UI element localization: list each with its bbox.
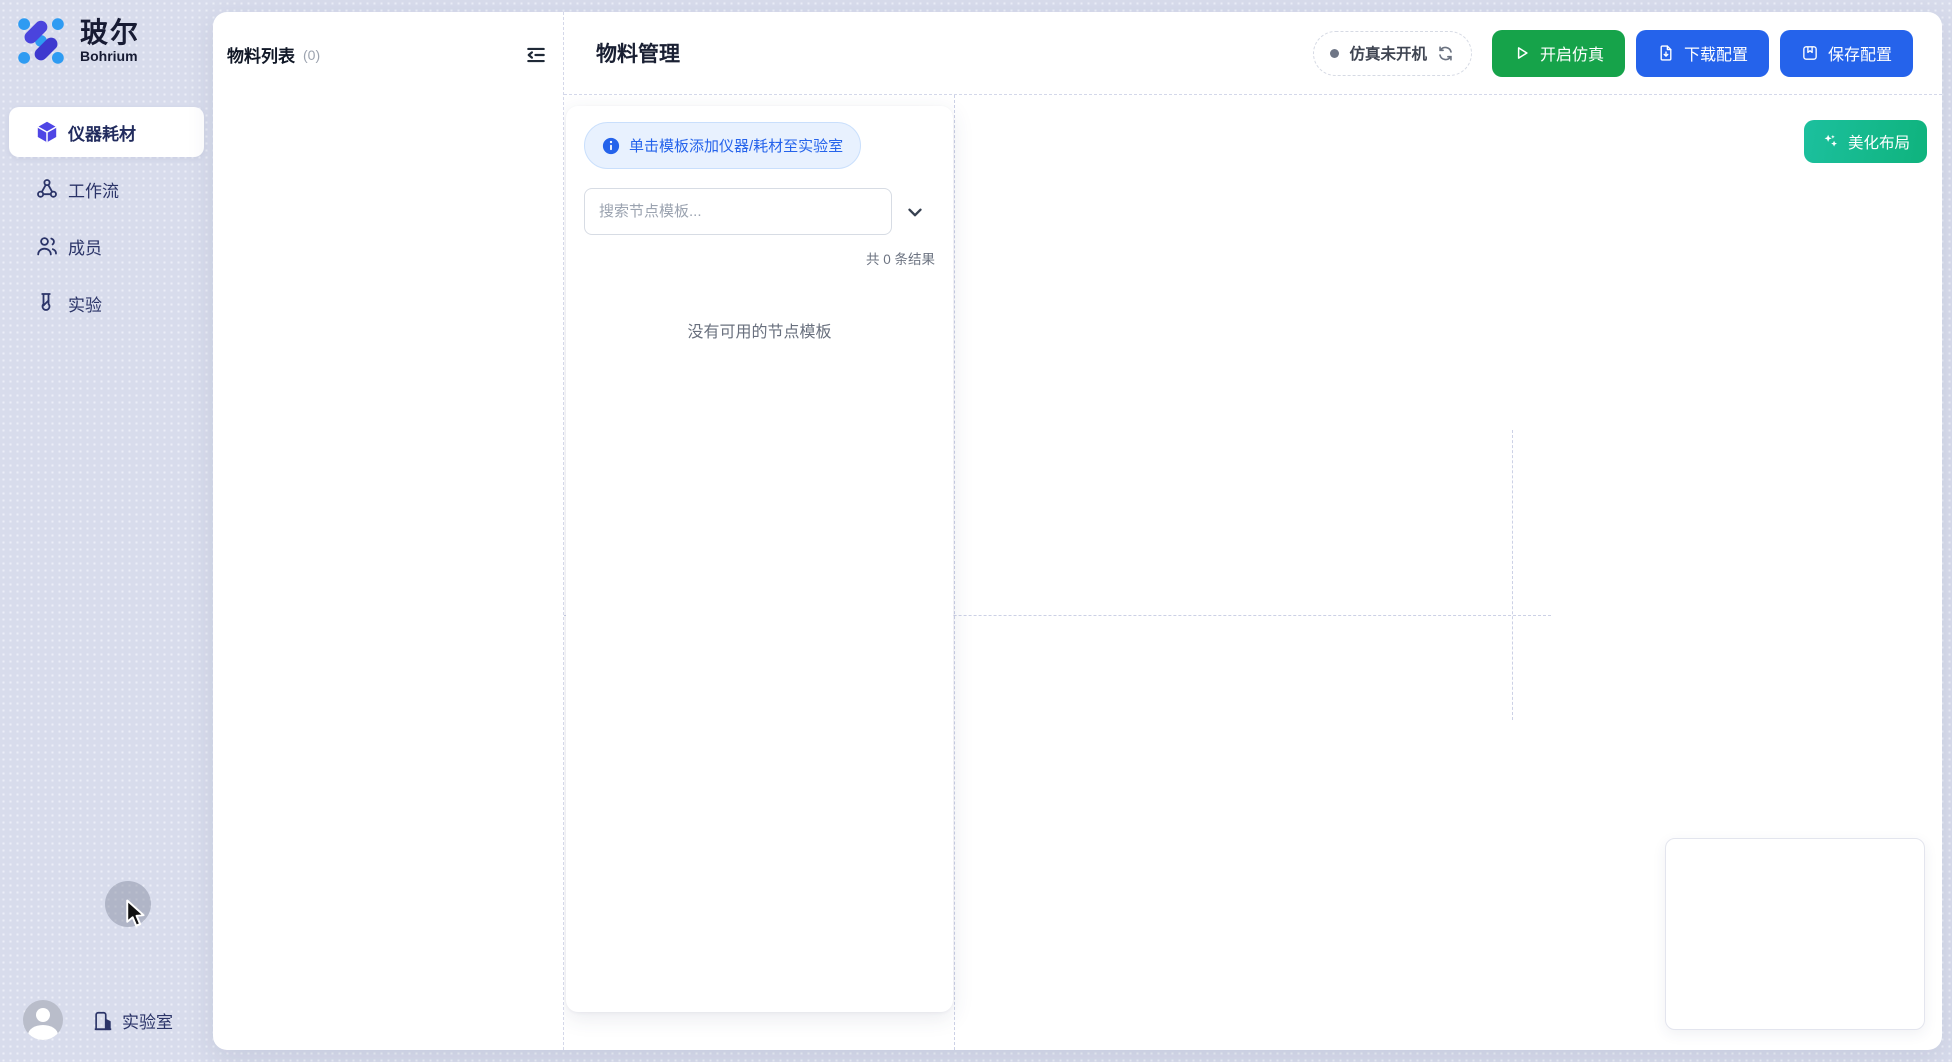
- mouse-cursor: [124, 899, 150, 929]
- cube-icon: [35, 120, 59, 144]
- beautify-layout-button[interactable]: 美化布局: [1804, 120, 1927, 163]
- material-list-header: 物料列表 (0): [213, 12, 563, 67]
- brand-subtitle: Bohrium: [80, 48, 140, 64]
- workflow-icon: [35, 177, 59, 201]
- simulation-status-chip: 仿真未开机: [1313, 31, 1472, 76]
- simulation-status-label: 仿真未开机: [1349, 42, 1427, 64]
- canvas-guide-vertical-2: [1512, 430, 1513, 720]
- beautify-layout-label: 美化布局: [1848, 131, 1910, 153]
- start-simulation-label: 开启仿真: [1540, 41, 1604, 65]
- collapse-panel-button[interactable]: [524, 43, 548, 67]
- template-hint-text: 单击模板添加仪器/耗材至实验室: [629, 135, 843, 156]
- save-config-label: 保存配置: [1828, 41, 1892, 65]
- lab-label: 实验室: [122, 1008, 173, 1033]
- canvas-guide-vertical-1: [954, 95, 955, 1050]
- result-count: 共 0 条结果: [584, 248, 935, 268]
- sidebar-nav: 仪器耗材 工作流 成员 实验: [9, 107, 204, 335]
- main-content-card: 物料列表 (0) 物料管理 仿真未开机: [213, 12, 1942, 1050]
- file-download-icon: [1657, 44, 1675, 62]
- user-avatar[interactable]: [23, 1000, 63, 1040]
- sidebar-item-workflow[interactable]: 工作流: [9, 164, 204, 214]
- sidebar-item-label: 实验: [68, 291, 102, 316]
- sparkles-icon: [1821, 132, 1840, 151]
- minimap[interactable]: [1665, 838, 1925, 1030]
- page-title: 物料管理: [596, 38, 680, 68]
- main-right-area: 物料管理 仿真未开机: [563, 12, 1942, 1050]
- sidebar-item-instruments[interactable]: 仪器耗材: [9, 107, 204, 157]
- sidebar-item-label: 成员: [68, 234, 102, 259]
- template-search-row: [584, 188, 935, 235]
- expand-categories-button[interactable]: [902, 199, 928, 225]
- refresh-icon: [1437, 45, 1454, 62]
- search-input[interactable]: [584, 188, 892, 235]
- empty-template-message: 没有可用的节点模板: [584, 318, 935, 342]
- indent-collapse-icon: [525, 44, 547, 66]
- refresh-status-button[interactable]: [1437, 44, 1455, 62]
- experiment-icon: [35, 291, 59, 315]
- start-simulation-button[interactable]: 开启仿真: [1492, 30, 1625, 77]
- play-icon: [1513, 44, 1531, 62]
- sidebar-item-label: 仪器耗材: [68, 120, 136, 145]
- brand-logo[interactable]: 玻尔 Bohrium: [14, 14, 140, 68]
- download-config-button[interactable]: 下载配置: [1636, 30, 1769, 77]
- lab-switcher[interactable]: 实验室: [92, 1008, 173, 1033]
- download-config-label: 下载配置: [1684, 41, 1748, 65]
- status-dot-icon: [1330, 49, 1339, 58]
- material-list-panel: 物料列表 (0): [213, 12, 563, 1050]
- bohrium-logo-icon: [14, 14, 68, 68]
- info-icon: [602, 137, 620, 155]
- material-list-count: (0): [303, 47, 320, 63]
- chevron-down-icon: [904, 201, 926, 223]
- page-header: 物料管理 仿真未开机: [564, 12, 1942, 95]
- header-actions: 仿真未开机 开启仿真: [1313, 30, 1913, 77]
- sidebar-item-experiments[interactable]: 实验: [9, 278, 204, 328]
- sidebar-item-members[interactable]: 成员: [9, 221, 204, 271]
- node-template-panel: 单击模板添加仪器/耗材至实验室 共 0 条结果 没有可用的节点模板: [566, 106, 953, 1012]
- save-icon: [1801, 44, 1819, 62]
- building-icon: [92, 1010, 114, 1032]
- members-icon: [35, 234, 59, 258]
- material-list-title: 物料列表: [227, 42, 295, 67]
- brand-name: 玻尔: [80, 18, 140, 47]
- sidebar-footer: 实验室: [0, 1000, 213, 1062]
- save-config-button[interactable]: 保存配置: [1780, 30, 1913, 77]
- flow-canvas[interactable]: 单击模板添加仪器/耗材至实验室 共 0 条结果 没有可用的节点模板: [564, 95, 1942, 1050]
- template-hint-banner: 单击模板添加仪器/耗材至实验室: [584, 122, 861, 169]
- sidebar-item-label: 工作流: [68, 177, 119, 202]
